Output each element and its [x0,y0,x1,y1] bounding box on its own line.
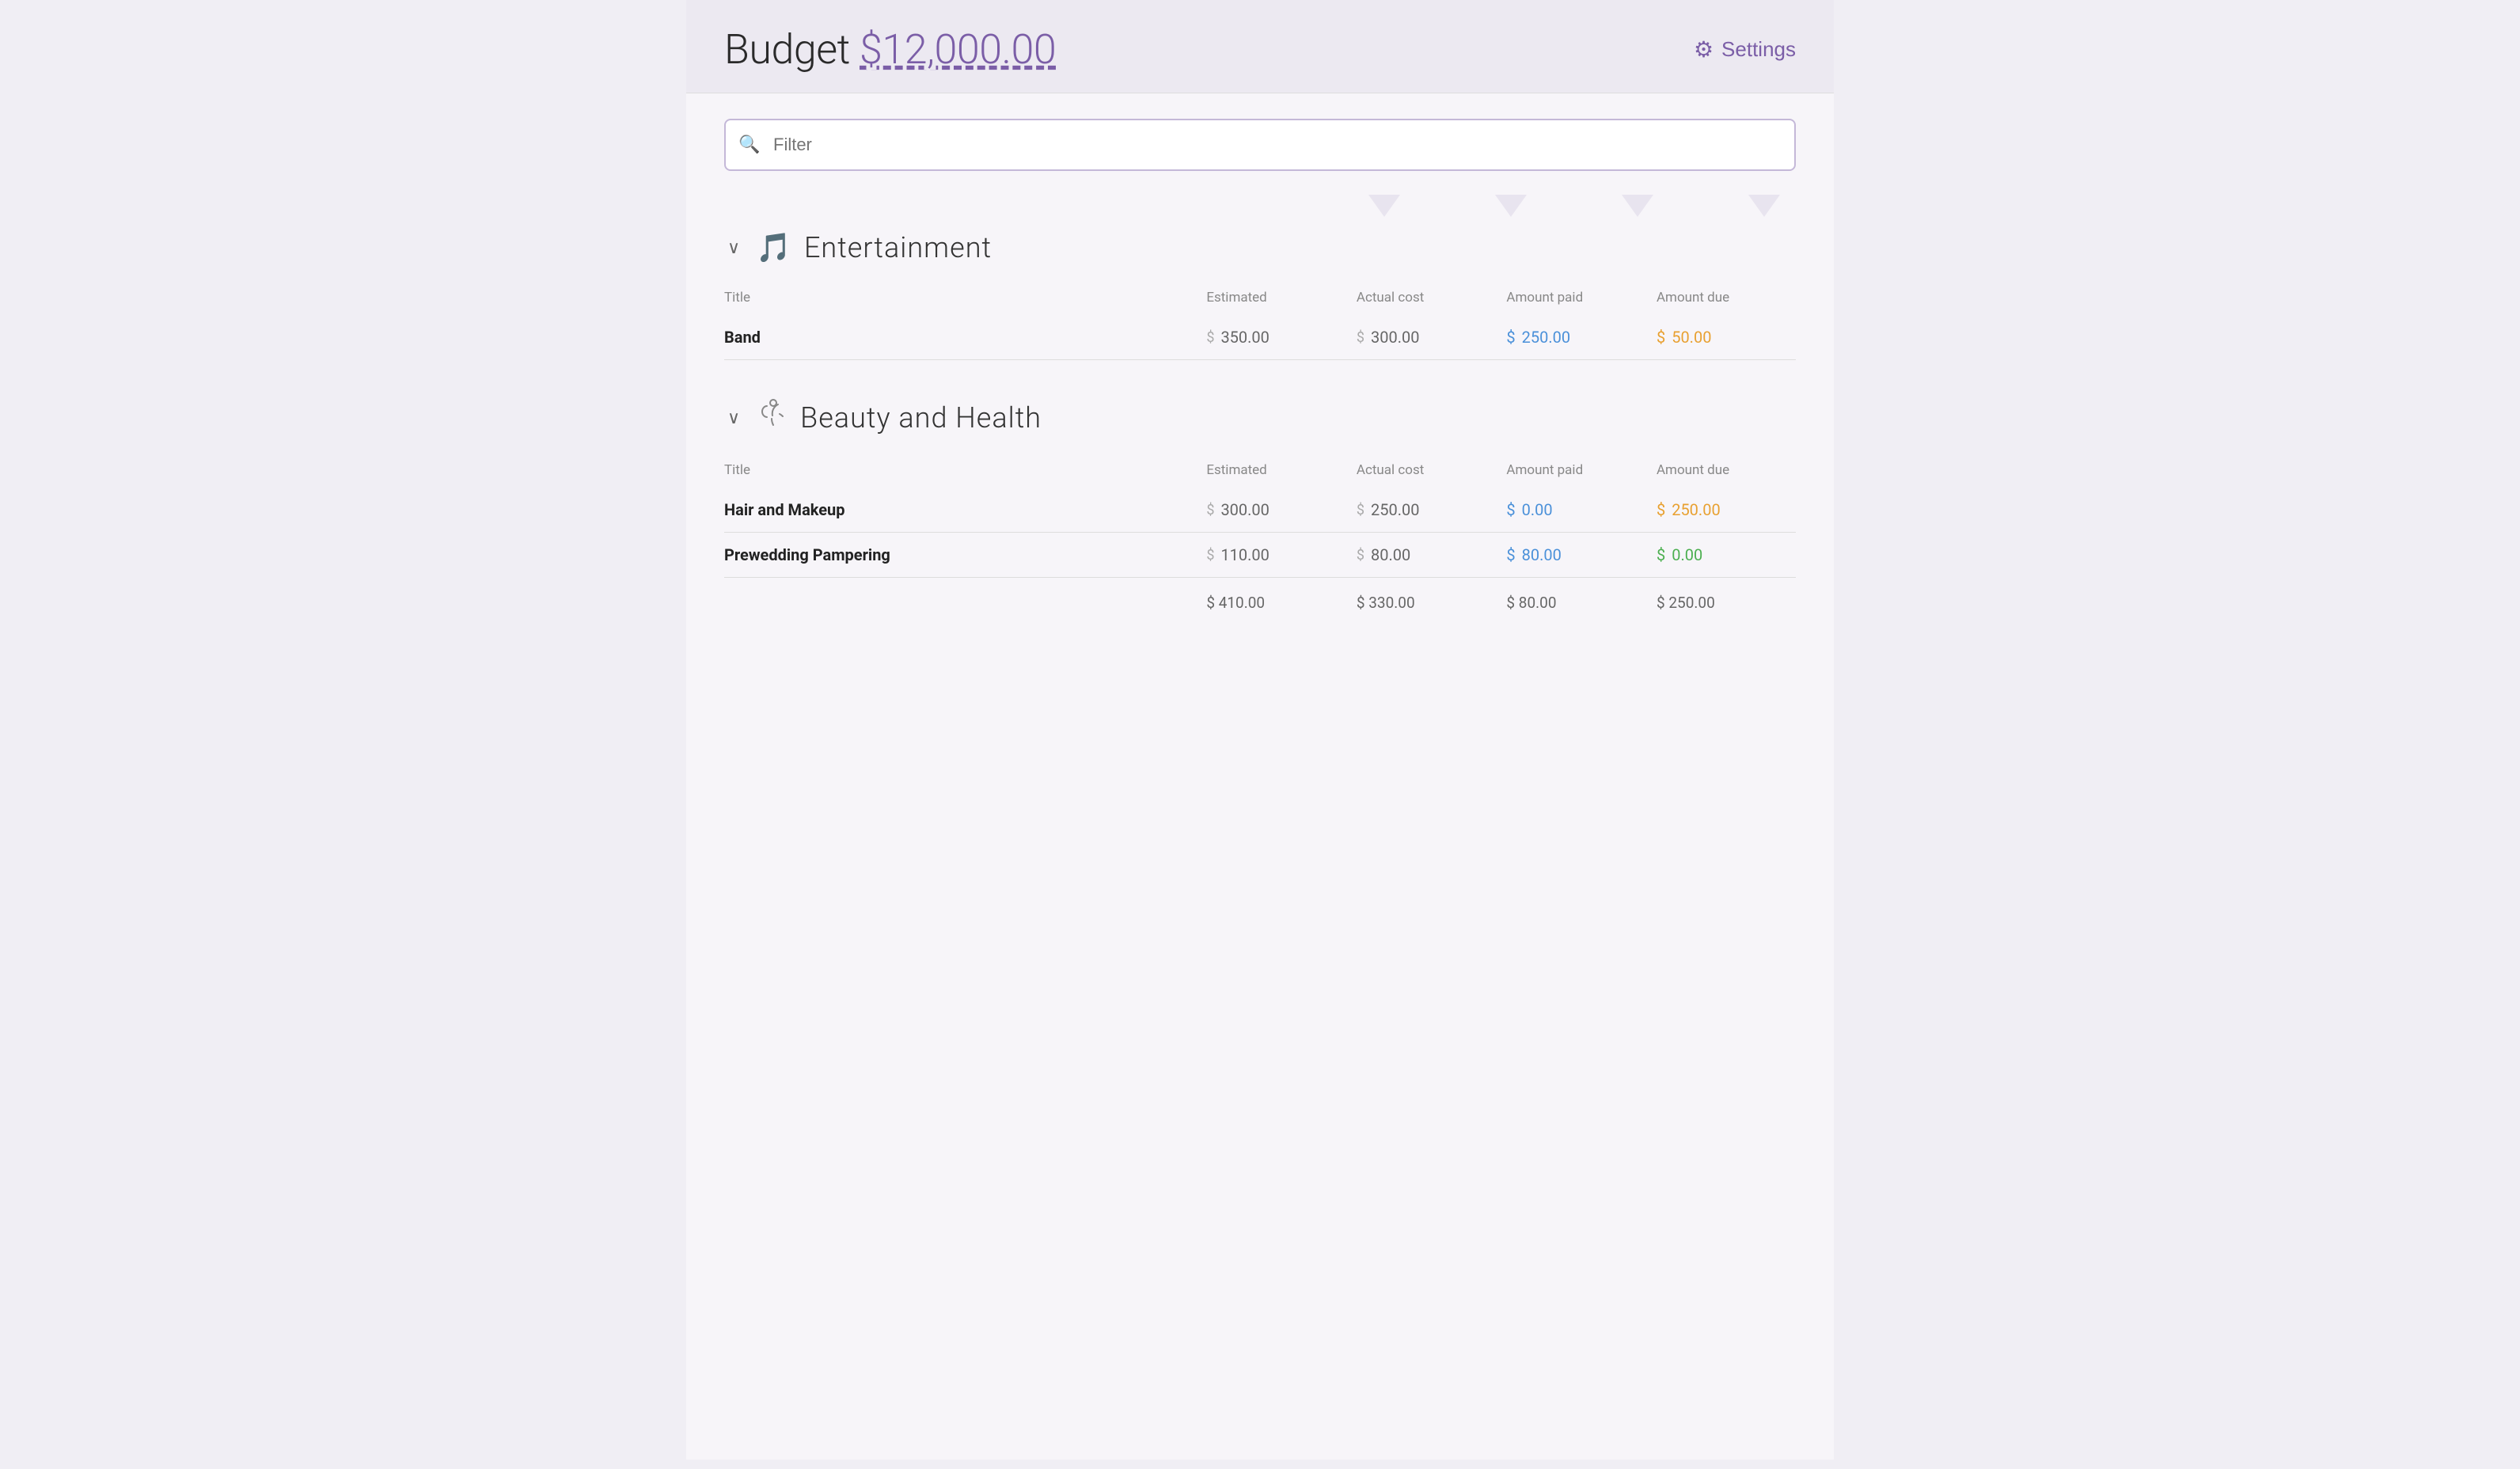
budget-amount[interactable]: $12,000.00 [860,25,1056,74]
col-actual-cost: Actual cost [1357,456,1507,488]
item-amount-paid: $ 80.00 [1506,533,1657,578]
page-title: Budget $12,000.00 [724,25,1056,74]
totals-estimated: $ 410.00 [1206,578,1357,625]
dollar-icon: $ [1506,328,1515,347]
search-icon: 🔍 [738,135,760,155]
estimated-value: 350.00 [1220,328,1269,347]
item-amount-due: $ 50.00 [1657,315,1796,360]
table-row: Hair and Makeup $ 300.00 $ 250.00 [724,488,1796,533]
sort-arrow-due [1748,195,1780,217]
item-estimated: $ 350.00 [1206,315,1357,360]
item-actual-cost: $ 80.00 [1357,533,1507,578]
item-amount-due: $ 250.00 [1657,488,1796,533]
col-amount-paid: Amount paid [1506,456,1657,488]
beauty-health-header-row: Title Estimated Actual cost Amount paid … [724,456,1796,488]
item-title: Prewedding Pampering [724,533,1206,578]
budget-label: Budget [724,25,850,74]
due-value: 50.00 [1672,328,1711,347]
beauty-health-table: Title Estimated Actual cost Amount paid … [724,456,1796,624]
entertainment-table: Title Estimated Actual cost Amount paid … [724,283,1796,360]
totals-actual: $ 330.00 [1357,578,1507,625]
beauty-health-icon [756,398,788,437]
dollar-icon: $ [1657,545,1665,564]
category-header-entertainment: ∨ 🎵 Entertainment [724,231,1796,264]
main-content: 🔍 ∨ 🎵 Entertainment Title Estimated [686,93,1834,1460]
col-estimated: Estimated [1206,283,1357,315]
col-title: Title [724,456,1206,488]
totals-due: $ 250.00 [1657,578,1796,625]
paid-value: 80.00 [1522,545,1562,564]
entertainment-header-row: Title Estimated Actual cost Amount paid … [724,283,1796,315]
category-header-beauty-health: ∨ Beauty and Health [724,398,1796,437]
header: Budget $12,000.00 ⚙ Settings [686,0,1834,93]
col-actual-cost: Actual cost [1357,283,1507,315]
sort-arrow-paid [1622,195,1653,217]
dollar-icon: $ [1206,502,1214,518]
chevron-beauty-health[interactable]: ∨ [724,404,743,431]
page-wrapper: Budget $12,000.00 ⚙ Settings 🔍 ∨ 🎵 Enter [686,0,1834,1460]
table-row: Band $ 350.00 $ 300.00 [724,315,1796,360]
col-estimated: Estimated [1206,456,1357,488]
estimated-value: 300.00 [1220,500,1269,519]
due-value: 0.00 [1672,545,1702,564]
actual-value: 300.00 [1371,328,1419,347]
dollar-icon: $ [1657,328,1665,347]
filter-input[interactable] [724,119,1796,171]
sort-arrow-actual [1495,195,1527,217]
entertainment-icon: 🎵 [756,231,791,264]
category-section-beauty-health: ∨ Beauty and Health Title Es [724,398,1796,624]
due-value: 250.00 [1672,500,1720,519]
item-actual-cost: $ 250.00 [1357,488,1507,533]
chevron-entertainment[interactable]: ∨ [724,234,743,261]
col-title: Title [724,283,1206,315]
settings-label: Settings [1721,37,1796,62]
sort-indicators [724,195,1796,217]
col-amount-paid: Amount paid [1506,283,1657,315]
gear-icon: ⚙ [1694,36,1714,63]
paid-value: 0.00 [1522,500,1553,519]
col-amount-due: Amount due [1657,456,1796,488]
col-amount-due: Amount due [1657,283,1796,315]
item-estimated: $ 300.00 [1206,488,1357,533]
category-section-entertainment: ∨ 🎵 Entertainment Title Estimated Actual… [724,231,1796,360]
totals-paid: $ 80.00 [1506,578,1657,625]
actual-value: 250.00 [1371,500,1419,519]
totals-row: $ 410.00 $ 330.00 $ 80.00 $ 250.00 [724,578,1796,625]
entertainment-title: Entertainment [804,231,992,264]
item-amount-due: $ 0.00 [1657,533,1796,578]
item-title: Hair and Makeup [724,488,1206,533]
sort-arrow-estimated [1368,195,1400,217]
dollar-icon: $ [1357,502,1364,518]
item-estimated: $ 110.00 [1206,533,1357,578]
dollar-icon: $ [1357,329,1364,346]
dollar-icon: $ [1506,545,1515,564]
filter-container: 🔍 [724,119,1796,171]
estimated-value: 110.00 [1220,545,1269,564]
paid-value: 250.00 [1522,328,1570,347]
item-amount-paid: $ 250.00 [1506,315,1657,360]
dollar-icon: $ [1506,500,1515,519]
item-title: Band [724,315,1206,360]
actual-value: 80.00 [1371,545,1410,564]
beauty-health-title: Beauty and Health [800,401,1042,435]
settings-button[interactable]: ⚙ Settings [1694,36,1796,63]
dollar-icon: $ [1357,547,1364,564]
dollar-icon: $ [1206,547,1214,564]
item-actual-cost: $ 300.00 [1357,315,1507,360]
table-row: Prewedding Pampering $ 110.00 $ 80.00 [724,533,1796,578]
item-amount-paid: $ 0.00 [1506,488,1657,533]
dollar-icon: $ [1657,500,1665,519]
dollar-icon: $ [1206,329,1214,346]
totals-label [724,578,1206,625]
